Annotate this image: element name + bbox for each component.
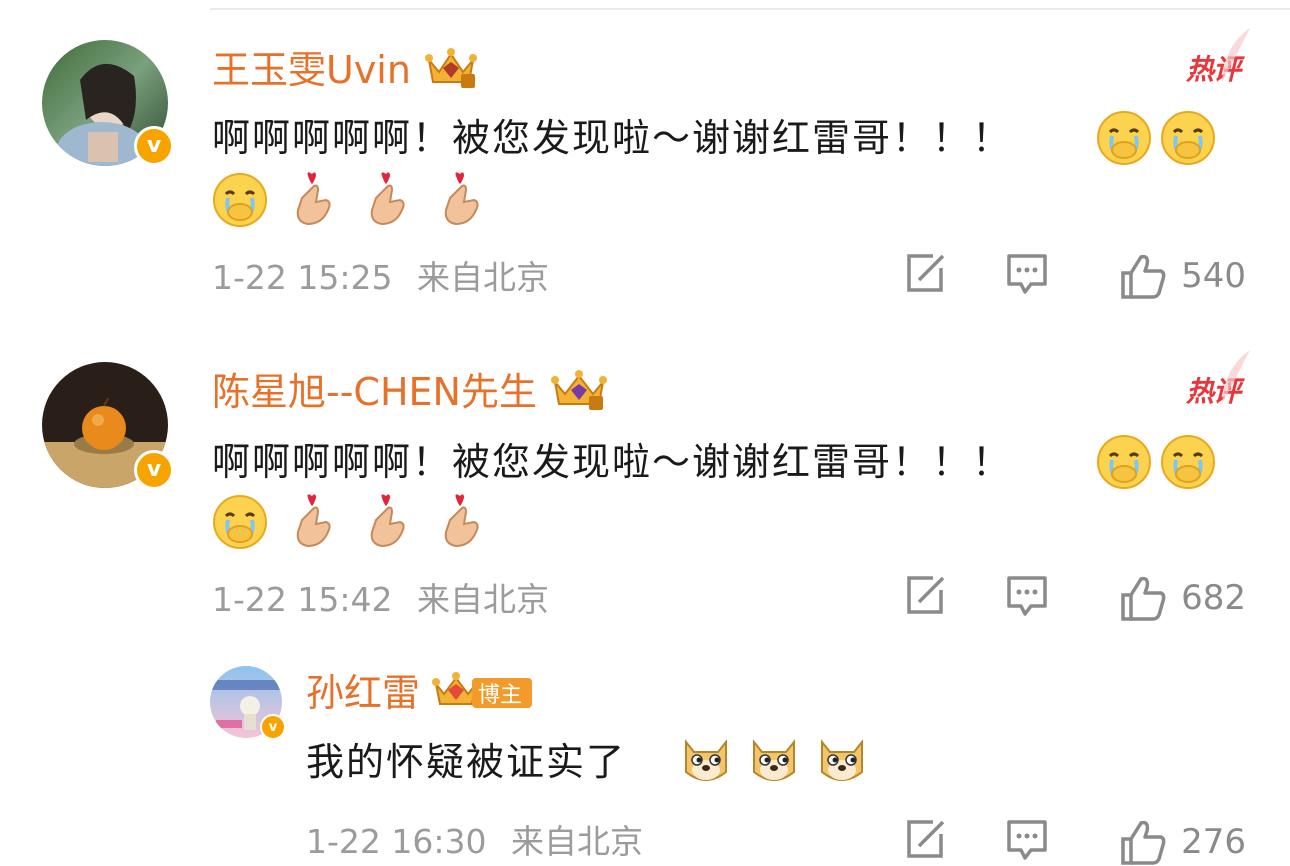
comment-meta: 1-22 15:42 来自北京	[212, 580, 549, 620]
action-bar: 540	[903, 252, 1246, 300]
crying-covering-mouth-emoji	[212, 494, 268, 550]
finger-heart-emoji	[286, 494, 342, 550]
comment-meta: 1-22 16:30 来自北京	[306, 822, 643, 862]
crown-level-icon	[550, 368, 607, 416]
comment-icon[interactable]	[1005, 574, 1049, 622]
timestamp: 1-22 16:30	[306, 822, 487, 861]
location: 来自北京	[417, 580, 549, 619]
reply-text: 我的怀疑被证实了	[306, 740, 627, 784]
emoji-row-second	[208, 494, 494, 550]
finger-heart-emoji	[434, 172, 490, 228]
crying-covering-mouth-emoji	[212, 172, 268, 228]
avatar[interactable]: v	[210, 666, 286, 740]
crying-covering-mouth-emoji	[1096, 110, 1152, 166]
username[interactable]: 陈星旭--CHEN先生	[212, 370, 537, 414]
repost-icon[interactable]	[903, 252, 947, 300]
doge-emoji	[814, 732, 870, 788]
emoji-row	[1092, 110, 1220, 166]
action-bar: 682	[903, 574, 1246, 622]
comment-icon[interactable]	[1005, 818, 1049, 866]
emoji-row	[674, 732, 874, 788]
verified-badge: v	[134, 126, 174, 166]
crown-level-icon	[424, 46, 477, 94]
doge-emoji	[678, 732, 734, 788]
like-icon	[1121, 576, 1166, 621]
like-button[interactable]: 540	[1119, 253, 1246, 299]
comment-text: 啊啊啊啊啊！被您发现啦～谢谢红雷哥！！！	[212, 440, 1013, 484]
hot-comment-badge: 热评	[1186, 350, 1250, 410]
avatar[interactable]: v	[42, 40, 174, 166]
verified-badge: v	[260, 714, 286, 740]
like-icon	[1121, 254, 1166, 299]
like-count: 540	[1181, 256, 1246, 296]
like-button[interactable]: 276	[1119, 819, 1246, 865]
finger-heart-emoji	[434, 494, 490, 550]
username[interactable]: 王玉雯Uvin	[212, 48, 411, 92]
repost-icon[interactable]	[903, 818, 947, 866]
repost-icon[interactable]	[903, 574, 947, 622]
action-bar: 276	[903, 818, 1246, 866]
like-count: 276	[1181, 822, 1246, 862]
comment-meta: 1-22 15:25 来自北京	[212, 258, 549, 298]
crying-covering-mouth-emoji	[1160, 110, 1216, 166]
location: 来自北京	[417, 258, 549, 297]
like-icon	[1121, 820, 1166, 865]
location: 来自北京	[511, 822, 643, 861]
reply-item: v 孙红雷 博主 我的怀疑被证实了 1-22 16:30 来自北京 276	[0, 650, 1290, 866]
like-button[interactable]: 682	[1119, 575, 1246, 621]
timestamp: 1-22 15:25	[212, 258, 393, 297]
like-count: 682	[1181, 578, 1246, 618]
doge-emoji	[746, 732, 802, 788]
finger-heart-emoji	[286, 172, 342, 228]
hot-comment-badge: 热评	[1186, 28, 1250, 88]
verified-badge: v	[134, 450, 174, 490]
finger-heart-emoji	[360, 172, 416, 228]
emoji-row	[1092, 434, 1220, 490]
crying-covering-mouth-emoji	[1160, 434, 1216, 490]
comment-item: v 陈星旭--CHEN先生 热评 啊啊啊啊啊！被您发现啦～谢谢红雷哥！！！ 1-…	[0, 330, 1290, 650]
finger-heart-emoji	[360, 494, 416, 550]
blogger-tag: 博主	[472, 678, 533, 708]
comment-item: v 王玉雯Uvin 8 热评 啊啊啊啊啊！被您发现啦～谢谢红雷哥！！！	[0, 0, 1290, 330]
crying-covering-mouth-emoji	[1096, 434, 1152, 490]
avatar[interactable]: v	[42, 362, 174, 490]
username[interactable]: 孙红雷	[306, 671, 420, 715]
timestamp: 1-22 15:42	[212, 580, 393, 619]
emoji-row-second	[208, 172, 494, 228]
comment-text: 啊啊啊啊啊！被您发现啦～谢谢红雷哥！！！	[212, 116, 1013, 160]
comment-icon[interactable]	[1005, 252, 1049, 300]
